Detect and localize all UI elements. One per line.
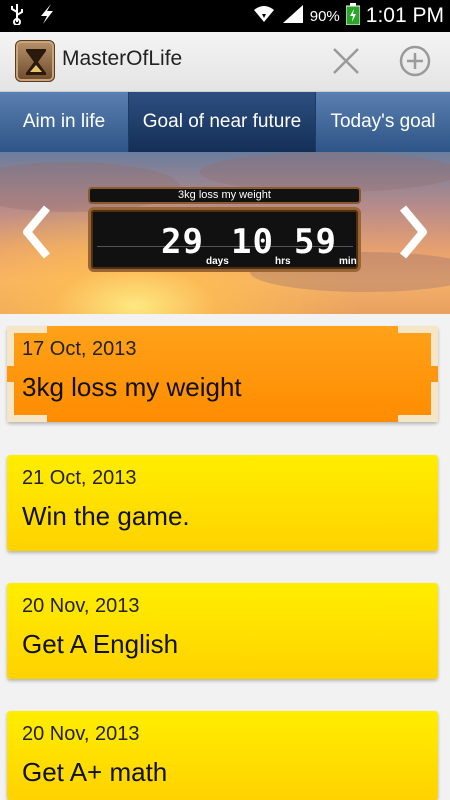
status-time: 1:01 PM <box>365 4 444 27</box>
battery-charging-icon <box>345 3 361 29</box>
action-bar: MasterOfLife <box>0 32 450 92</box>
goal-title: Get A English <box>22 629 179 659</box>
countdown-minutes: 59 <box>294 222 337 262</box>
countdown-hours-unit: hrs <box>275 256 291 267</box>
status-bar: 90% 1:01 PM <box>0 0 450 32</box>
goal-date: 21 Oct, 2013 <box>22 467 137 489</box>
app-title: MasterOfLife <box>62 47 183 70</box>
tab-aim-in-life[interactable]: Aim in life <box>0 92 129 152</box>
usb-icon <box>10 3 24 29</box>
countdown-goal-label: 3kg loss my weight <box>88 187 361 204</box>
goal-item[interactable]: 20 Nov, 2013 Get A+ math <box>7 711 438 800</box>
flash-icon <box>38 3 56 29</box>
close-icon[interactable] <box>329 44 363 78</box>
countdown-minutes-unit: min <box>339 256 357 267</box>
signal-icon <box>282 4 304 28</box>
previous-arrow-icon[interactable] <box>20 204 54 260</box>
tab-bar: Aim in life Goal of near future Today's … <box>0 92 450 152</box>
countdown-banner: 3kg loss my weight 29 days 10 hrs 59 min <box>0 152 450 314</box>
add-circle-icon[interactable] <box>398 44 432 78</box>
battery-percentage: 90% <box>309 7 340 25</box>
wifi-icon <box>252 4 276 28</box>
tab-todays-goal[interactable]: Today's goal <box>316 92 450 152</box>
goal-title: Win the game. <box>22 501 190 531</box>
goal-date: 17 Oct, 2013 <box>22 338 137 360</box>
hourglass-icon <box>15 40 55 82</box>
tab-goal-of-near-future[interactable]: Goal of near future <box>129 92 316 152</box>
goal-item[interactable]: 21 Oct, 2013 Win the game. <box>7 455 438 551</box>
goal-item[interactable]: 20 Nov, 2013 Get A English <box>7 583 438 679</box>
next-arrow-icon[interactable] <box>396 204 430 260</box>
goal-date: 20 Nov, 2013 <box>22 723 140 745</box>
countdown-days: 29 <box>161 222 204 262</box>
countdown-hours: 10 <box>231 222 274 262</box>
goal-item[interactable]: 17 Oct, 2013 3kg loss my weight <box>7 326 438 422</box>
goal-date: 20 Nov, 2013 <box>22 595 140 617</box>
goal-title: Get A+ math <box>22 757 168 787</box>
countdown-panel: 29 days 10 hrs 59 min <box>88 207 361 272</box>
countdown-days-unit: days <box>206 256 229 267</box>
goal-title: 3kg loss my weight <box>22 372 242 402</box>
